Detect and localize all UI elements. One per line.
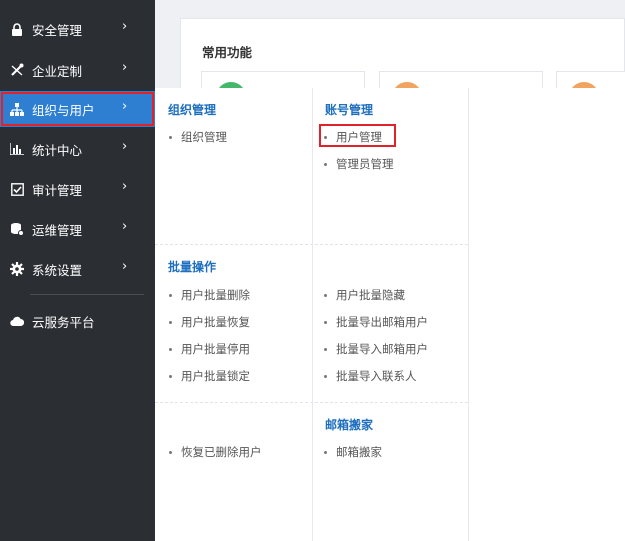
menu-link-label: 恢复已删除用户 xyxy=(181,445,262,459)
chevron-right-icon: › xyxy=(122,60,128,75)
bullet-icon xyxy=(324,320,327,324)
bullet-icon xyxy=(169,347,172,351)
chevron-right-icon: › xyxy=(122,179,128,194)
menu-link-label: 用户批量锁定 xyxy=(181,369,250,383)
sidebar-item-label: 统计中心 xyxy=(32,143,83,158)
chevron-right-icon: › xyxy=(122,139,128,154)
menu-link-org-management[interactable]: 组织管理 xyxy=(169,129,227,145)
section-title: 常用功能 xyxy=(202,45,253,60)
menu-link-label: 批量导入联系人 xyxy=(336,369,417,383)
org-chart-icon xyxy=(10,102,24,116)
section-title-mailbox-move: 邮箱搬家 xyxy=(325,418,374,432)
sidebar-item-org-users[interactable]: 组织与用户 › xyxy=(0,91,155,127)
row-divider xyxy=(155,402,468,403)
menu-link-label: 用户批量停用 xyxy=(181,342,250,356)
menu-link-label: 邮箱搬家 xyxy=(336,445,382,459)
bar-chart-icon xyxy=(10,142,24,156)
menu-link-mailbox-move[interactable]: 邮箱搬家 xyxy=(324,444,382,460)
menu-link-batch-restore-users[interactable]: 用户批量恢复 xyxy=(169,314,250,330)
menu-link-label: 用户批量删除 xyxy=(181,288,250,302)
sidebar-item-security[interactable]: 安全管理 › xyxy=(0,11,155,47)
tools-icon xyxy=(10,63,24,77)
menu-link-label: 用户管理 xyxy=(336,130,382,144)
audit-checkbox-icon xyxy=(10,182,24,196)
row-divider xyxy=(155,244,468,245)
sidebar-item-audit[interactable]: 审计管理 › xyxy=(0,171,155,207)
sidebar-item-label: 云服务平台 xyxy=(32,315,95,330)
sidebar-divider xyxy=(30,294,144,295)
menu-link-label: 批量导出邮箱用户 xyxy=(336,315,428,329)
menu-link-import-contacts[interactable]: 批量导入联系人 xyxy=(324,368,417,384)
menu-link-batch-disable-users[interactable]: 用户批量停用 xyxy=(169,341,250,357)
org-users-flyout-menu: 组织管理 组织管理 账号管理 用户管理 管理员管理 批量操作 用户批量删除 用户… xyxy=(155,88,625,541)
sidebar-item-ops[interactable]: 运维管理 › xyxy=(0,211,155,247)
menu-link-label: 用户批量恢复 xyxy=(181,315,250,329)
lock-icon xyxy=(10,22,24,36)
column-divider xyxy=(468,88,469,541)
bullet-icon xyxy=(324,374,327,378)
section-title-batch-operations: 批量操作 xyxy=(168,260,217,274)
sidebar-item-settings[interactable]: 系统设置 › xyxy=(0,251,155,287)
sidebar-item-label: 运维管理 xyxy=(32,223,83,238)
bullet-icon xyxy=(169,135,172,139)
sidebar-item-cloud-platform[interactable]: 云服务平台 xyxy=(0,303,155,339)
bullet-icon xyxy=(169,320,172,324)
chevron-right-icon: › xyxy=(122,219,128,234)
chevron-right-icon: › xyxy=(122,259,128,274)
bullet-icon xyxy=(169,293,172,297)
gear-icon xyxy=(10,262,24,276)
bullet-icon xyxy=(324,135,327,139)
sidebar-item-enterprise-custom[interactable]: 企业定制 › xyxy=(0,52,155,88)
sidebar-item-stats[interactable]: 统计中心 › xyxy=(0,131,155,167)
database-gear-icon xyxy=(10,222,24,236)
chevron-right-icon: › xyxy=(122,19,128,34)
sidebar-item-label: 组织与用户 xyxy=(32,103,95,118)
column-divider xyxy=(312,88,313,541)
section-title-org-management: 组织管理 xyxy=(168,103,217,117)
chevron-right-icon: › xyxy=(122,99,128,114)
bullet-icon xyxy=(169,374,172,378)
bullet-icon xyxy=(324,293,327,297)
bullet-icon xyxy=(324,450,327,454)
menu-link-batch-lock-users[interactable]: 用户批量锁定 xyxy=(169,368,250,384)
menu-link-batch-delete-users[interactable]: 用户批量删除 xyxy=(169,287,250,303)
bullet-icon xyxy=(324,162,327,166)
menu-link-restore-deleted-users[interactable]: 恢复已删除用户 xyxy=(169,444,262,460)
menu-link-import-mail-users[interactable]: 批量导入邮箱用户 xyxy=(324,341,428,357)
menu-link-label: 用户批量隐藏 xyxy=(336,288,405,302)
cloud-icon xyxy=(10,314,24,328)
sidebar-item-label: 系统设置 xyxy=(32,263,83,278)
menu-link-admin-management[interactable]: 管理员管理 xyxy=(324,156,394,172)
bullet-icon xyxy=(324,347,327,351)
menu-link-batch-hide-users[interactable]: 用户批量隐藏 xyxy=(324,287,405,303)
bullet-icon xyxy=(169,450,172,454)
menu-link-user-management[interactable]: 用户管理 xyxy=(324,129,382,145)
menu-link-label: 管理员管理 xyxy=(336,157,394,171)
sidebar-item-label: 企业定制 xyxy=(32,64,83,79)
menu-link-label: 组织管理 xyxy=(181,130,227,144)
section-title-account-management: 账号管理 xyxy=(325,103,374,117)
sidebar: 安全管理 › 企业定制 › 组织与用户 › 统计中心 › 审计管理 › 运维管理 xyxy=(0,0,155,541)
menu-link-label: 批量导入邮箱用户 xyxy=(336,342,428,356)
sidebar-item-label: 审计管理 xyxy=(32,183,83,198)
menu-link-export-mail-users[interactable]: 批量导出邮箱用户 xyxy=(324,314,428,330)
sidebar-item-label: 安全管理 xyxy=(32,23,83,38)
